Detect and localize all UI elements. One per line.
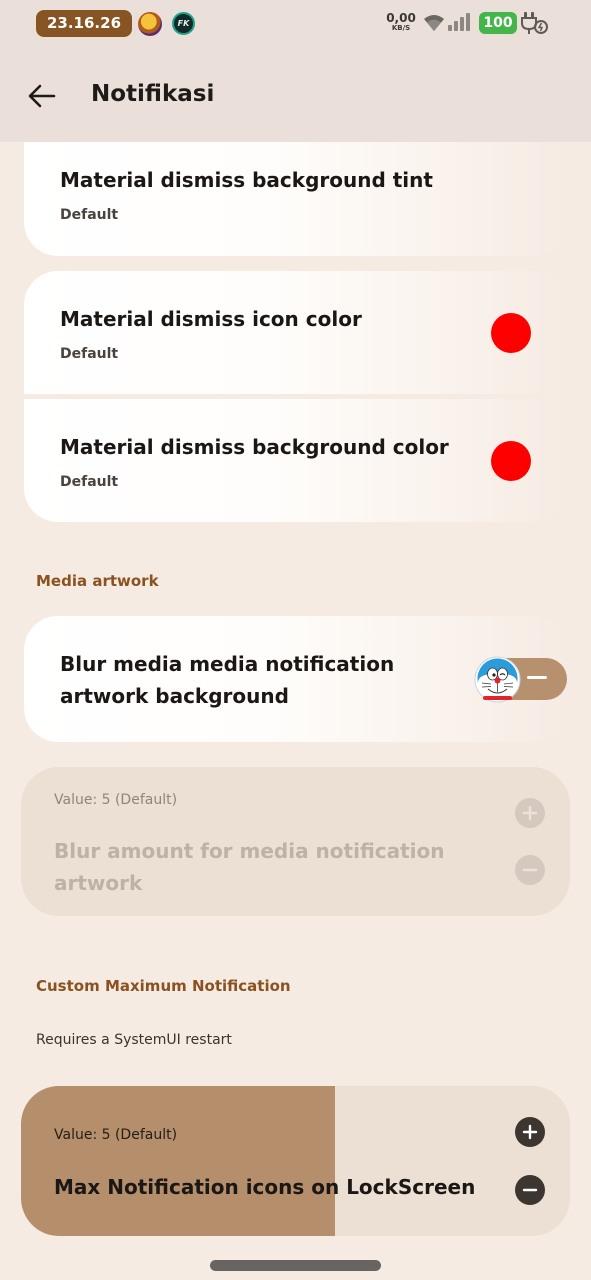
minus-icon bbox=[522, 868, 538, 872]
blur-media-artwork-title-line1: Blur media media notification bbox=[60, 652, 395, 676]
dismiss-icon-color-item[interactable]: Material dismiss icon color Default bbox=[24, 271, 567, 394]
plus-icon bbox=[522, 805, 538, 821]
max-icons-slider-fill bbox=[21, 1086, 335, 1236]
color-swatch-icon bbox=[491, 441, 531, 481]
avatar-icon bbox=[138, 12, 162, 36]
net-speed: 0,00 KB/S bbox=[384, 12, 418, 32]
status-time: 23.16.26 bbox=[36, 10, 132, 37]
page-title: Notifikasi bbox=[91, 81, 215, 107]
dismiss-bg-tint-item[interactable]: Material dismiss background tint Default bbox=[24, 142, 567, 256]
status-bar: 23.16.26 FK 0,00 KB/S 100 bbox=[0, 0, 591, 48]
dismiss-bg-tint-value: Default bbox=[60, 207, 119, 223]
dismiss-bg-color-title: Material dismiss background color bbox=[60, 435, 449, 459]
toggle-off-icon bbox=[527, 676, 547, 679]
battery-indicator: 100 bbox=[479, 12, 517, 34]
home-indicator[interactable] bbox=[210, 1260, 381, 1271]
arrow-back-icon bbox=[28, 84, 56, 108]
section-header-media-artwork: Media artwork bbox=[36, 572, 159, 590]
dismiss-icon-color-title: Material dismiss icon color bbox=[60, 307, 362, 331]
blur-media-artwork-title-line2: artwork background bbox=[60, 684, 289, 708]
max-notification-icons-stepper[interactable]: Value: 5 (Default) Max Notification icon… bbox=[21, 1086, 570, 1236]
max-icons-title: Max Notification icons on LockScreen bbox=[54, 1175, 476, 1199]
net-speed-unit: KB/S bbox=[391, 24, 411, 32]
minus-icon bbox=[522, 1188, 538, 1192]
dismiss-bg-color-value: Default bbox=[60, 474, 119, 490]
dismiss-bg-color-item[interactable]: Material dismiss background color Defaul… bbox=[24, 399, 567, 522]
blur-amount-value: Value: 5 (Default) bbox=[54, 792, 178, 808]
dismiss-bg-tint-title: Material dismiss background tint bbox=[60, 168, 433, 192]
section-header-custom-max-notification: Custom Maximum Notification bbox=[36, 977, 291, 995]
max-icons-increase-button[interactable] bbox=[515, 1117, 545, 1147]
wifi-icon bbox=[424, 15, 444, 31]
doraemon-thumb-icon bbox=[474, 656, 521, 703]
plus-icon bbox=[522, 1124, 538, 1140]
restart-note: Requires a SystemUI restart bbox=[36, 1032, 232, 1048]
blur-media-artwork-item[interactable]: Blur media media notification artwork ba… bbox=[24, 616, 567, 742]
blur-amount-decrease-button bbox=[515, 855, 545, 885]
app-bar: Notifikasi bbox=[0, 48, 591, 142]
back-button[interactable] bbox=[20, 74, 64, 118]
net-speed-value: 0,00 bbox=[386, 11, 416, 25]
blur-amount-title-line1: Blur amount for media notification bbox=[54, 839, 445, 863]
app-badge-icon: FK bbox=[172, 12, 195, 35]
blur-amount-stepper: Value: 5 (Default) Blur amount for media… bbox=[21, 767, 570, 916]
dismiss-icon-color-value: Default bbox=[60, 346, 119, 362]
charging-icon bbox=[521, 12, 548, 34]
signal-icon bbox=[448, 13, 470, 31]
max-icons-value: Value: 5 (Default) bbox=[54, 1127, 178, 1143]
max-icons-decrease-button[interactable] bbox=[515, 1175, 545, 1205]
blur-media-artwork-toggle[interactable] bbox=[474, 656, 567, 703]
color-swatch-icon bbox=[491, 313, 531, 353]
blur-amount-increase-button bbox=[515, 798, 545, 828]
blur-amount-title-line2: artwork bbox=[54, 871, 143, 895]
